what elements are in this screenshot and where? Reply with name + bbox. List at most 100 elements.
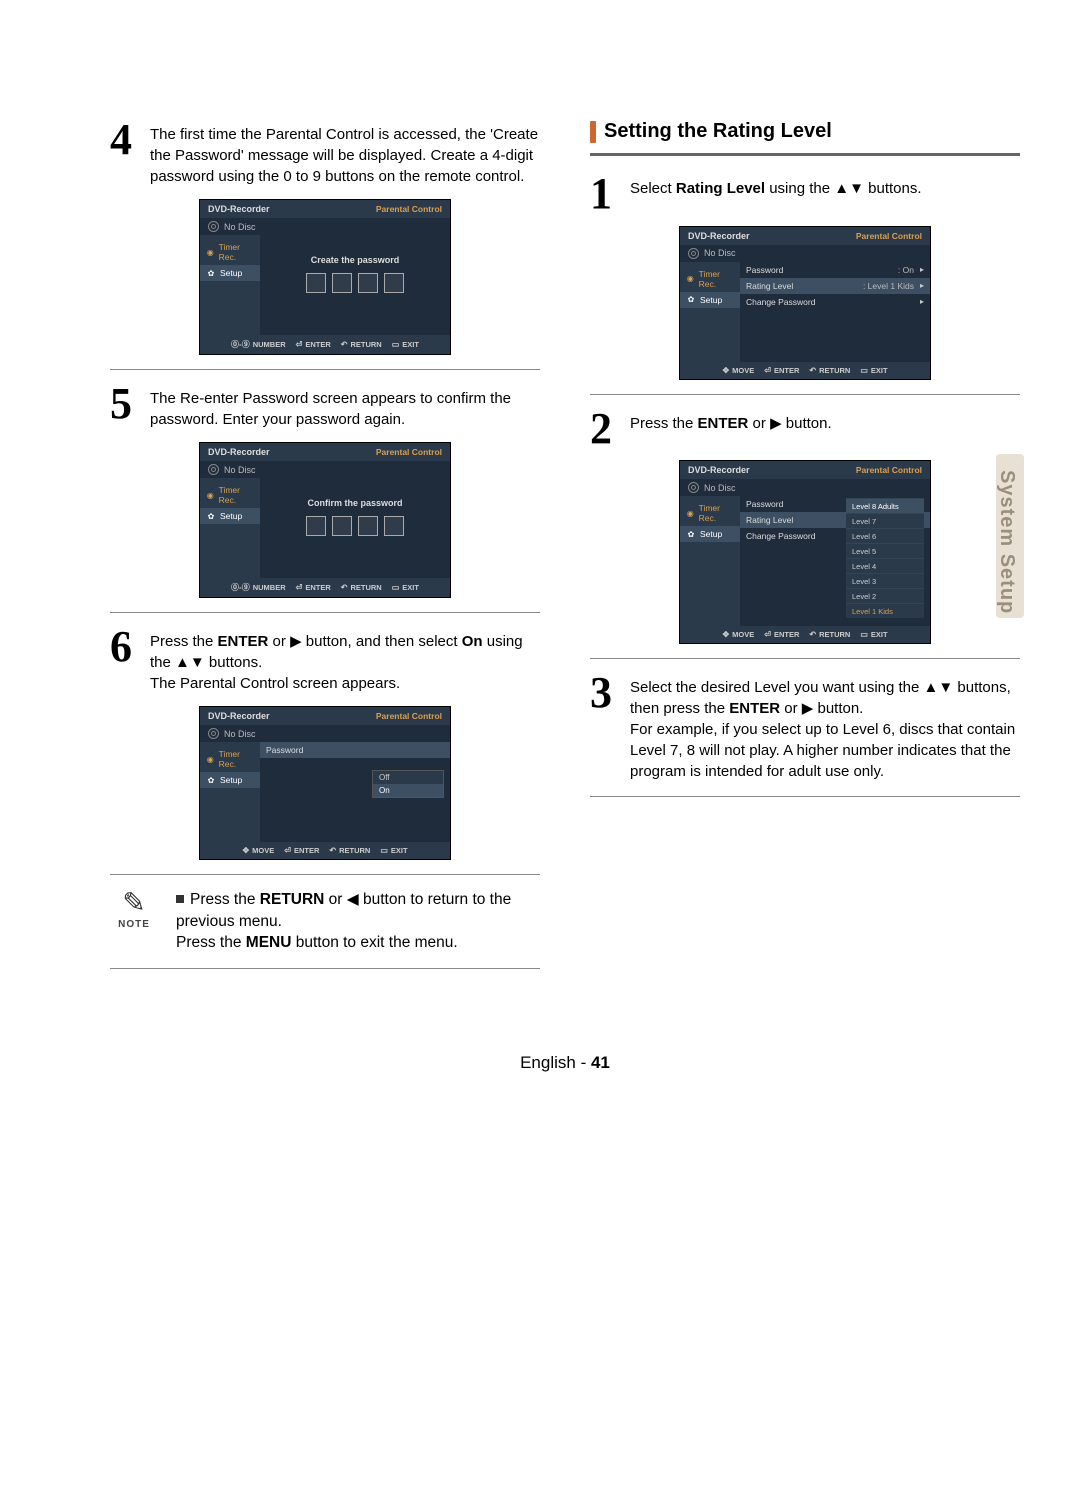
level-item: Level 5 [846,543,924,558]
level-item: Level 6 [846,528,924,543]
osd-title: DVD-Recorder [208,204,270,214]
return-icon: ↶ [809,366,816,375]
osd-option-on: On [373,784,443,797]
accent-bar [590,121,596,143]
osd-main: Create the password [260,235,450,335]
right-arrow-icon: ▸ [920,265,924,274]
osd-sidebar: ◉ Timer Rec. ✿ Setup [200,235,260,335]
number-icon: ⓪-⑨ [231,339,250,350]
number-icon: ⓪-⑨ [231,582,250,593]
step-number: 6 [110,627,142,694]
osd-nodisc-label: No Disc [224,222,256,232]
osd-password-onoff: DVD-Recorder Parental Control No Disc ◉T… [199,706,451,860]
osd-row-password: Password : On ▸ [740,262,930,278]
osd-row-change: Change Password ▸ [740,294,930,310]
disc-icon [208,728,219,739]
enter-icon: ⏎ [296,340,303,349]
bullet-icon [176,895,184,903]
level-item: Level 4 [846,558,924,573]
osd-row-rating: Rating Level : Level 1 Kids ▸ [740,278,930,294]
step-number: 2 [590,409,622,449]
step-number: 4 [110,120,142,187]
pw-box [306,273,326,293]
step-4: 4 The first time the Parental Control is… [110,120,540,187]
step-r3-text: Select the desired Level you want using … [630,673,1020,782]
pencil-icon: ✎ [110,889,158,917]
step-number: 3 [590,673,622,782]
clock-icon: ◉ [206,754,215,764]
osd-side-setup: ✿ Setup [200,265,260,281]
disc-icon [208,464,219,475]
pw-box [332,273,352,293]
osd-nodisc-row: No Disc [200,218,450,235]
move-icon: ✥ [722,366,729,375]
step-r2: 2 Press the ENTER or ▶ button. [590,409,1020,449]
level-item: Level 8 Adults [846,498,924,513]
note-block: ✎ NOTE Press the RETURN or ◀ button to r… [110,889,540,954]
osd-confirm-password: DVD-Recorder Parental Control No Disc ◉T… [199,442,451,598]
level-item: Level 2 [846,588,924,603]
step-6: 6 Press the ENTER or ▶ button, and then … [110,627,540,694]
step-number: 5 [110,384,142,430]
gear-icon: ✿ [686,529,696,539]
move-icon: ✥ [722,630,729,639]
disc-icon [688,248,699,259]
step-4-text: The first time the Parental Control is a… [150,120,540,187]
password-boxes [266,273,444,293]
return-icon: ↶ [341,583,348,592]
step-r1: 1 Select Rating Level using the ▲▼ butto… [590,174,1020,214]
disc-icon [688,482,699,493]
clock-icon: ◉ [206,490,215,500]
osd-rating-level: DVD-Recorder Parental Control No Disc ◉T… [679,226,931,380]
osd-option-off: Off [373,771,443,784]
clock-icon: ◉ [686,508,695,518]
note-label: NOTE [110,919,158,930]
side-tab-label: System Setup [995,470,1018,614]
level-item: Level 7 [846,513,924,528]
step-r1-text: Select Rating Level using the ▲▼ buttons… [630,174,922,214]
disc-icon [208,221,219,232]
clock-icon: ◉ [686,274,695,284]
osd-footer: ⓪-⑨NUMBER ⏎ENTER ↶RETURN ▭EXIT [200,335,450,354]
manual-page: System Setup 4 The first time the Parent… [0,0,1080,1133]
osd-prompt: Create the password [266,255,444,265]
osd-level-list-items: Level 8 Adults Level 7 Level 6 Level 5 L… [846,498,924,618]
updown-icon: ▲▼ [175,654,205,671]
side-tab: System Setup [995,470,1018,614]
osd-side-timer: ◉ Timer Rec. [200,239,260,265]
play-icon: ▶ [802,700,814,717]
return-icon: ↶ [341,340,348,349]
exit-icon: ▭ [860,630,868,639]
osd-title-right: Parental Control [376,204,442,214]
exit-icon: ▭ [392,583,400,592]
level-item: Level 1 Kids [846,603,924,618]
right-arrow-icon: ▸ [920,281,924,290]
pw-box [384,273,404,293]
step-6-text: Press the ENTER or ▶ button, and then se… [150,627,540,694]
move-icon: ✥ [242,846,249,855]
updown-icon: ▲▼ [924,679,954,696]
return-icon: ↶ [329,846,336,855]
gear-icon: ✿ [686,295,696,305]
exit-icon: ▭ [392,340,400,349]
enter-icon: ⏎ [296,583,303,592]
note-text: Press the RETURN or ◀ button to return t… [176,889,540,954]
enter-icon: ⏎ [764,366,771,375]
step-r3: 3 Select the desired Level you want usin… [590,673,1020,782]
gear-icon: ✿ [206,775,216,785]
step-number: 1 [590,174,622,214]
exit-icon: ▭ [380,846,388,855]
enter-icon: ⏎ [764,630,771,639]
right-column: Setting the Rating Level 1 Select Rating… [590,120,1020,983]
section-title: Setting the Rating Level [604,120,832,143]
return-icon: ↶ [809,630,816,639]
level-item: Level 3 [846,573,924,588]
pw-box [358,273,378,293]
step-5-text: The Re-enter Password screen appears to … [150,384,540,430]
gear-icon: ✿ [206,268,216,278]
updown-icon: ▲▼ [834,180,864,197]
step-r2-text: Press the ENTER or ▶ button. [630,409,832,449]
page-footer: English - 41 [110,1053,1020,1073]
left-column: 4 The first time the Parental Control is… [110,120,540,983]
section-heading: Setting the Rating Level [590,120,1020,143]
